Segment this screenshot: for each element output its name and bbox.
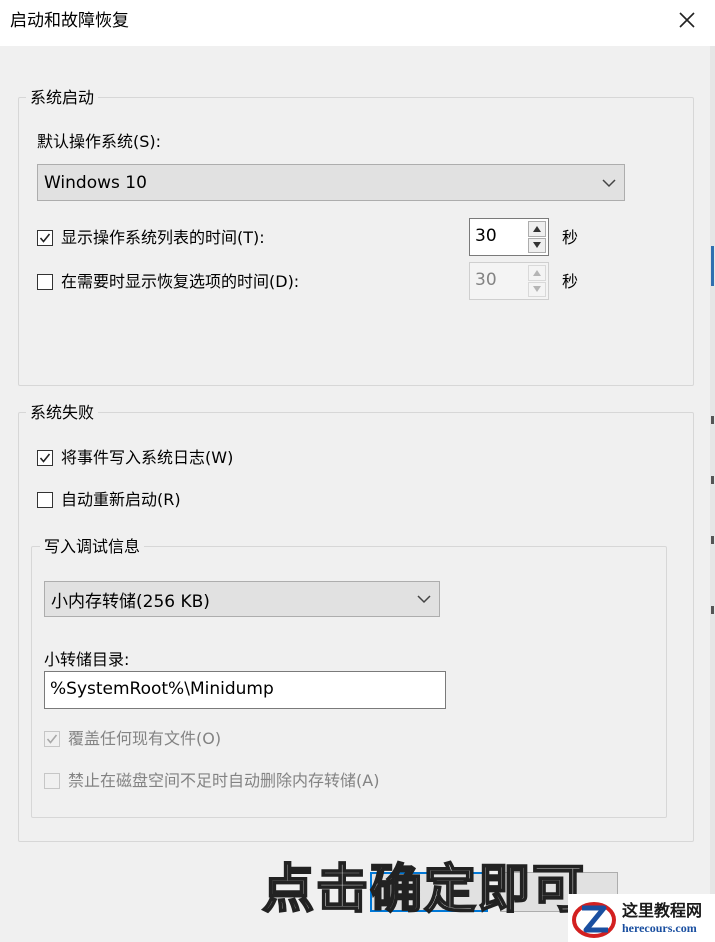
default-os-value: Windows 10 [44,172,147,193]
window-title: 启动和故障恢复 [10,11,129,31]
auto-restart-label: 自动重新启动(R) [61,490,181,509]
watermark-cn-text: 这里教程网 [622,901,703,920]
triangle-down-icon [533,286,541,293]
system-failure-legend: 系统失败 [26,403,99,423]
checkmark-icon [46,734,58,744]
spin-up-button-disabled [528,265,546,281]
watermark-en-text: herecours.com [622,921,697,935]
system-startup-legend: 系统启动 [26,88,99,108]
triangle-up-icon [533,269,541,276]
dump-dir-input[interactable]: %SystemRoot%\Minidump [44,671,446,709]
background-window-edge [710,46,715,942]
show-os-list-unit: 秒 [562,228,579,247]
triangle-up-icon [533,225,541,232]
show-os-list-checkbox[interactable] [37,230,53,246]
overwrite-label: 覆盖任何现有文件(O) [68,729,222,748]
watermark-logo-icon [572,902,616,938]
show-recovery-value: 30 [475,270,497,290]
chevron-down-icon [409,582,439,616]
video-caption: 点击确定即可 [261,859,587,921]
show-recovery-checkbox[interactable] [37,274,53,290]
show-os-list-label: 显示操作系统列表的时间(T): [61,228,265,247]
write-event-checkbox[interactable] [37,450,53,466]
overwrite-checkbox [44,731,60,747]
show-os-list-spinbox[interactable]: 30 [469,218,549,256]
triangle-down-icon [533,242,541,249]
spin-down-button[interactable] [528,237,546,253]
watermark: 这里教程网 herecours.com [568,894,715,942]
close-icon [678,11,696,33]
show-recovery-label: 在需要时显示恢复选项的时间(D): [61,272,300,291]
checkmark-icon [39,453,51,463]
show-os-list-value[interactable]: 30 [470,219,528,255]
default-os-label: 默认操作系统(S): [37,132,162,151]
chevron-down-icon [594,165,624,200]
show-recovery-spinbox[interactable]: 30 [469,262,549,300]
show-recovery-unit: 秒 [562,272,579,291]
dump-type-value: 小内存转储(256 KB) [51,591,210,612]
debug-info-legend: 写入调试信息 [40,537,145,557]
checkmark-icon [39,233,51,243]
disable-auto-delete-checkbox [44,773,60,789]
spin-down-button-disabled [528,281,546,297]
dump-type-combobox[interactable]: 小内存转储(256 KB) [44,581,440,617]
dump-dir-label: 小转储目录: [44,650,130,669]
write-event-label: 将事件写入系统日志(W) [61,448,234,467]
default-os-combobox[interactable]: Windows 10 [37,164,625,201]
auto-restart-checkbox[interactable] [37,492,53,508]
close-button[interactable] [664,4,710,40]
spin-up-button[interactable] [528,221,546,237]
disable-auto-delete-label: 禁止在磁盘空间不足时自动删除内存转储(A) [68,771,380,790]
